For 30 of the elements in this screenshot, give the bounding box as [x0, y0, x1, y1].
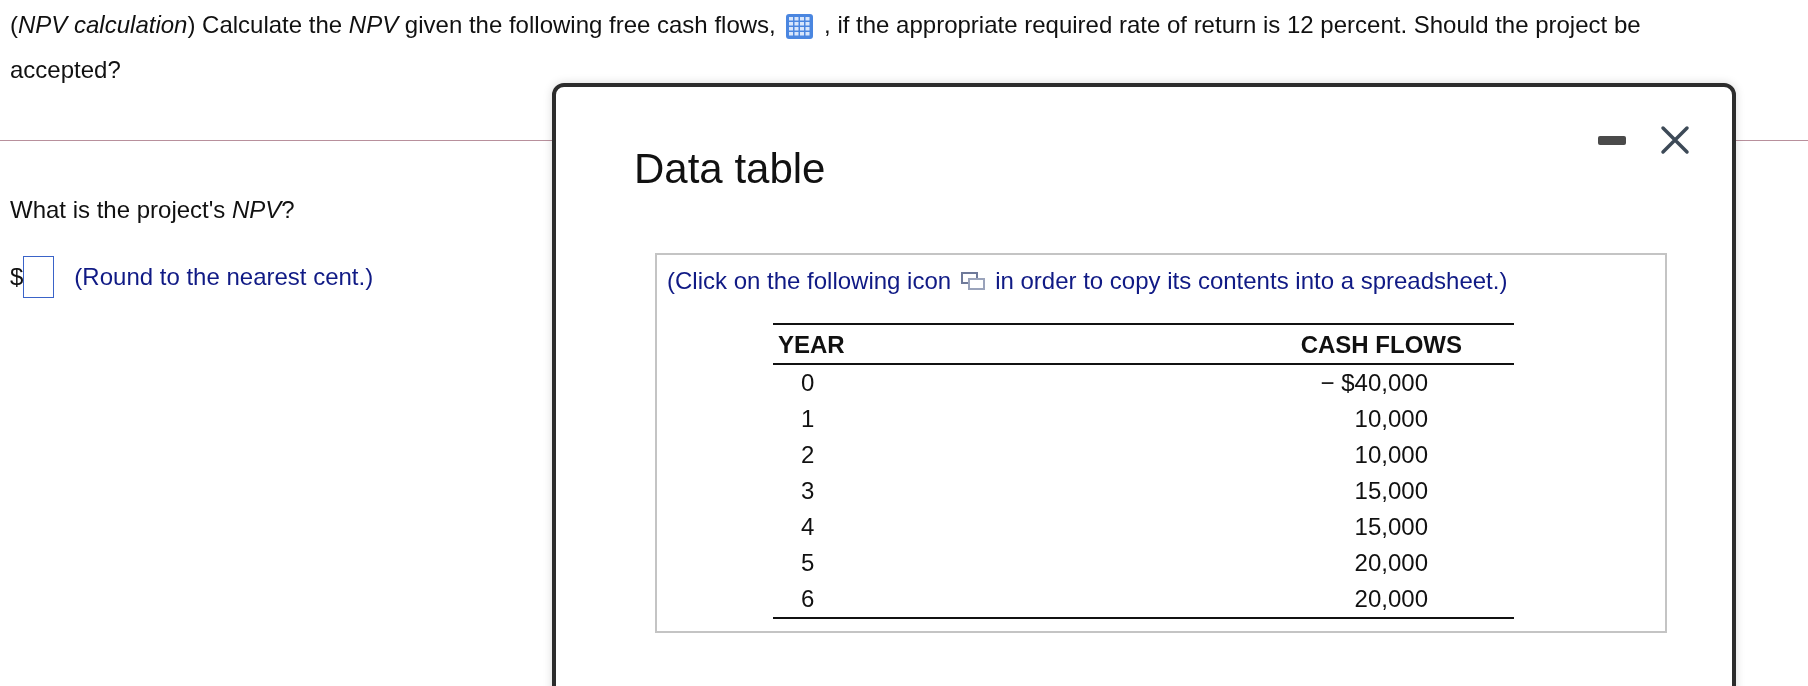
- table-cell: 5: [801, 549, 815, 576]
- table-cell: 6: [801, 585, 815, 612]
- copy-icon[interactable]: [961, 272, 986, 290]
- table-cell: 3: [801, 477, 815, 504]
- table-cell: 0: [801, 369, 815, 396]
- close-icon[interactable]: [1660, 125, 1690, 155]
- hint-text: (Round to the nearest cent.): [74, 263, 374, 291]
- question-text: accepted?: [10, 56, 121, 83]
- table-cell: 15,000: [1354, 513, 1428, 540]
- table-cell: 2: [801, 441, 815, 468]
- question-text: (NPV calculation) Calculate the NPV given the following free cash flows,: [10, 11, 776, 38]
- table-cell: 15,000: [1354, 477, 1428, 504]
- instruction-text: in order to copy its contents into a spreadsheet.): [995, 267, 1508, 295]
- table-icon[interactable]: [786, 14, 814, 39]
- table-cell: 20,000: [1354, 549, 1428, 576]
- table-cell: − $40,000: [1320, 369, 1428, 396]
- column-header: YEAR: [773, 324, 960, 364]
- table-cell: 20,000: [1354, 585, 1428, 612]
- table-cell: 1: [801, 405, 815, 432]
- currency-symbol: $: [10, 263, 24, 291]
- minimize-icon[interactable]: [1598, 135, 1626, 145]
- column-header: CASH FLOWS: [959, 324, 1514, 364]
- dialog-title: Data table: [634, 145, 826, 193]
- table-cell: 4: [801, 513, 815, 540]
- answer-field[interactable]: [23, 256, 55, 298]
- instruction-text: (Click on the following icon: [667, 267, 952, 295]
- table-cell: 10,000: [1354, 405, 1428, 432]
- question-text: , if the appropriate required rate of return is 12 percent. Should the project be: [824, 11, 1641, 38]
- table-cell: 10,000: [1354, 441, 1428, 468]
- prompt-text: What is the project's NPV?: [10, 196, 295, 224]
